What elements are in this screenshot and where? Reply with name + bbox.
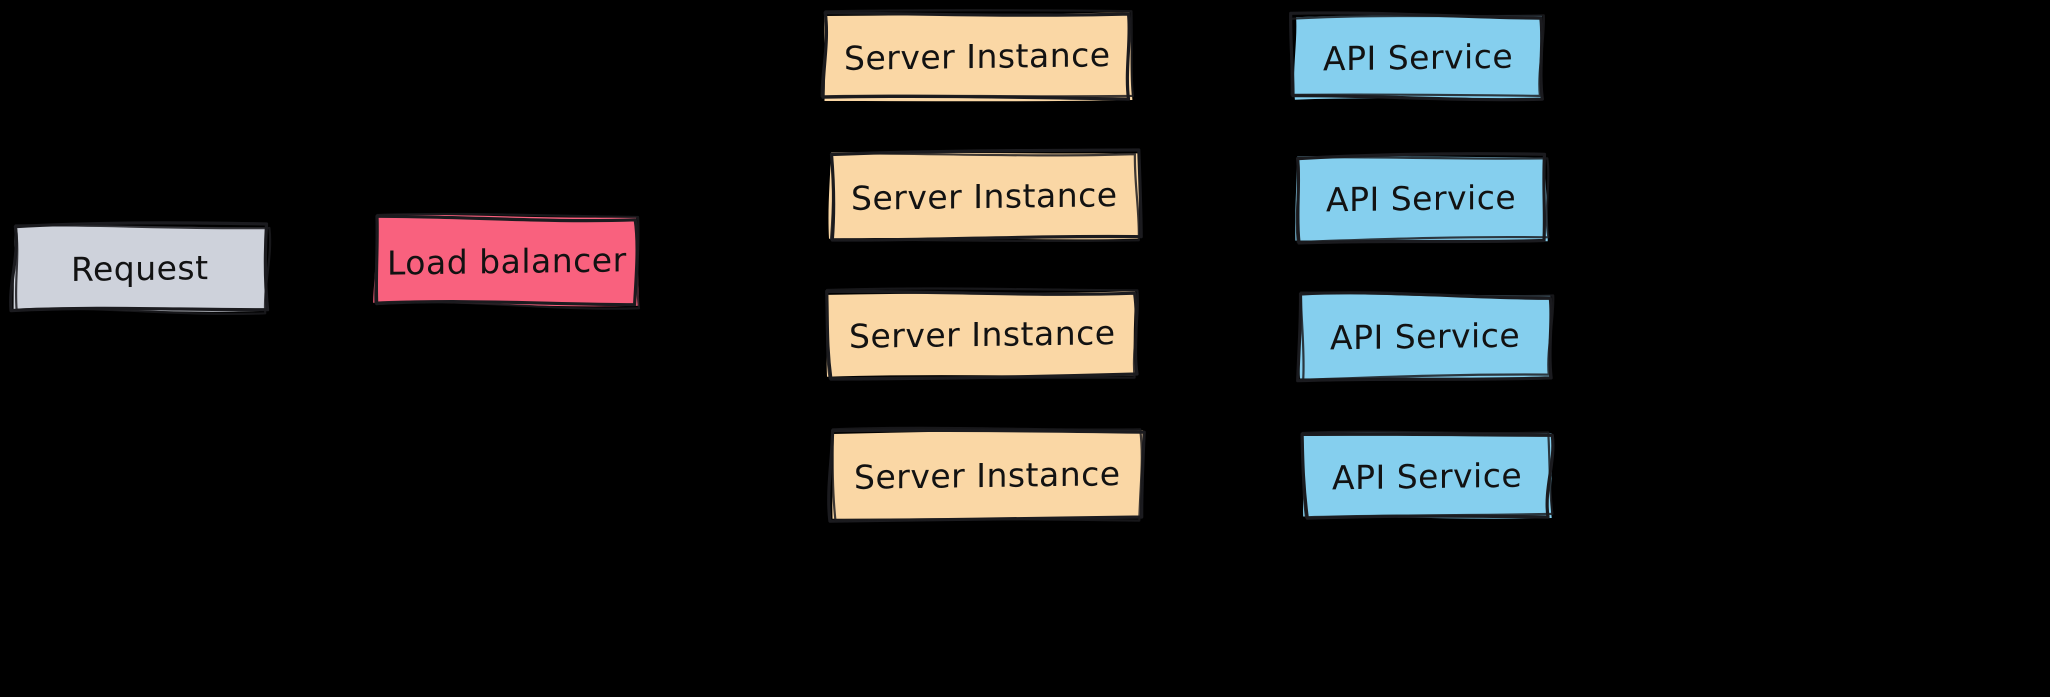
load-balancer-node[interactable]: Load balancer (373, 212, 641, 310)
api-service-node[interactable]: API Service (1296, 291, 1555, 383)
request-node-label: Request (71, 248, 209, 289)
api-service-node[interactable]: API Service (1289, 11, 1545, 102)
api-service-node[interactable]: API Service (1300, 430, 1555, 520)
server-instance-node[interactable]: Server Instance (820, 9, 1134, 102)
server-instance-node-label: Server Instance (851, 174, 1118, 218)
request-node[interactable]: Request (9, 221, 272, 316)
server-instance-node-label: Server Instance (843, 35, 1111, 78)
api-service-node-label: API Service (1323, 36, 1514, 78)
api-service-node[interactable]: API Service (1295, 152, 1550, 245)
diagram-canvas: Request Load balancer Server Instance Serve… (0, 0, 2050, 697)
api-service-node-label: API Service (1329, 315, 1521, 358)
server-instance-node[interactable]: Server Instance (827, 426, 1146, 523)
api-service-node-label: API Service (1331, 455, 1523, 497)
server-instance-node-label: Server Instance (853, 453, 1121, 497)
server-instance-node-label: Server Instance (848, 313, 1116, 356)
server-instance-node[interactable]: Server Instance (828, 148, 1143, 243)
api-service-node-label: API Service (1326, 177, 1517, 219)
load-balancer-node-label: Load balancer (386, 239, 627, 283)
server-instance-node[interactable]: Server Instance (825, 287, 1139, 381)
